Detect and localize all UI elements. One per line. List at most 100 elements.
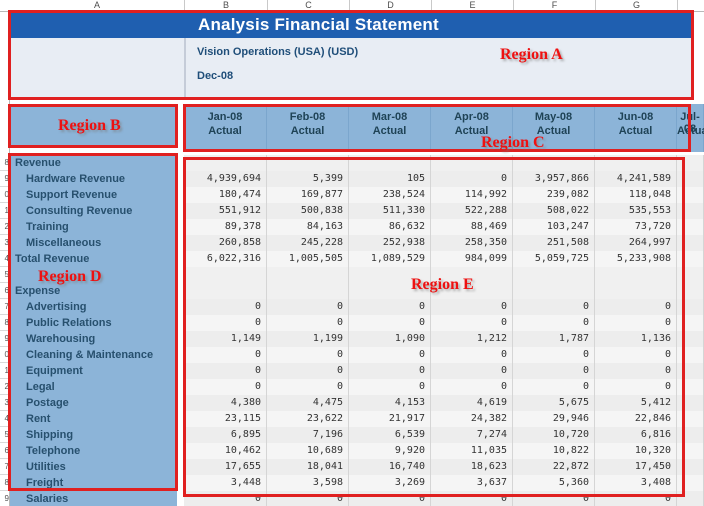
data-cell[interactable]	[677, 379, 704, 395]
data-cell[interactable]: 260,858	[184, 235, 267, 251]
data-cell[interactable]: 22,872	[513, 459, 595, 475]
data-cell[interactable]	[677, 187, 704, 203]
row-label-telephone[interactable]: Telephone	[10, 443, 177, 459]
data-cell[interactable]: 6,022,316	[184, 251, 267, 267]
row-number[interactable]: 7	[0, 299, 10, 315]
row-label-postage[interactable]: Postage	[10, 395, 177, 411]
row-number[interactable]: 3	[0, 235, 10, 251]
data-cell[interactable]: 0	[431, 491, 513, 506]
column-letter-f[interactable]: F	[514, 0, 596, 12]
column-letter-d[interactable]: D	[350, 0, 432, 12]
row-number[interactable]: 0	[0, 187, 10, 203]
data-cell[interactable]: 0	[513, 379, 595, 395]
data-cell[interactable]: 29,946	[513, 411, 595, 427]
data-cell[interactable]: 5,059,725	[513, 251, 595, 267]
data-cell[interactable]: 21,917	[349, 411, 431, 427]
data-cell[interactable]	[349, 155, 431, 171]
data-cell[interactable]: 5,233,908	[595, 251, 677, 267]
row-number[interactable]: 4	[0, 251, 10, 267]
row-label-warehousing[interactable]: Warehousing	[10, 331, 177, 347]
row-number[interactable]: 9	[0, 491, 10, 506]
row-label-legal[interactable]: Legal	[10, 379, 177, 395]
data-cell[interactable]: 0	[431, 363, 513, 379]
data-cell[interactable]: 1,136	[595, 331, 677, 347]
data-cell[interactable]: 252,938	[349, 235, 431, 251]
data-cell[interactable]: 0	[595, 363, 677, 379]
data-cell[interactable]: 24,382	[431, 411, 513, 427]
data-cell[interactable]: 0	[184, 315, 267, 331]
data-cell[interactable]: 0	[349, 347, 431, 363]
data-cell[interactable]	[595, 267, 677, 283]
data-cell[interactable]: 245,228	[267, 235, 349, 251]
data-cell[interactable]	[677, 267, 704, 283]
row-label-equipment[interactable]: Equipment	[10, 363, 177, 379]
row-number[interactable]: 6	[0, 283, 10, 299]
data-cell[interactable]	[677, 395, 704, 411]
data-cell[interactable]: 0	[184, 363, 267, 379]
data-cell[interactable]	[267, 155, 349, 171]
data-cell[interactable]: 238,524	[349, 187, 431, 203]
data-cell[interactable]: 3,448	[184, 475, 267, 491]
data-cell[interactable]: 0	[431, 299, 513, 315]
data-cell[interactable]: 0	[595, 491, 677, 506]
data-cell[interactable]: 6,816	[595, 427, 677, 443]
data-cell[interactable]	[267, 267, 349, 283]
row-number[interactable]: 5	[0, 427, 10, 443]
data-cell[interactable]: 0	[431, 347, 513, 363]
data-cell[interactable]: 0	[513, 315, 595, 331]
data-cell[interactable]	[677, 443, 704, 459]
data-cell[interactable]	[677, 203, 704, 219]
row-label-support-revenue[interactable]: Support Revenue	[10, 187, 177, 203]
row-label-public-relations[interactable]: Public Relations	[10, 315, 177, 331]
row-number[interactable]: 0	[0, 347, 10, 363]
data-cell[interactable]: 10,822	[513, 443, 595, 459]
row-number[interactable]: 9	[0, 171, 10, 187]
data-cell[interactable]	[184, 283, 267, 299]
data-cell[interactable]: 4,153	[349, 395, 431, 411]
data-cell[interactable]: 239,082	[513, 187, 595, 203]
data-cell[interactable]: 9,920	[349, 443, 431, 459]
data-cell[interactable]	[677, 411, 704, 427]
row-label-utilities[interactable]: Utilities	[10, 459, 177, 475]
data-cell[interactable]: 10,462	[184, 443, 267, 459]
data-cell[interactable]: 0	[184, 299, 267, 315]
column-letter-b[interactable]: B	[185, 0, 268, 12]
row-number[interactable]: 8	[0, 475, 10, 491]
column-letter-g[interactable]: G	[596, 0, 678, 12]
row-label-cleaning-maintenance[interactable]: Cleaning & Maintenance	[10, 347, 177, 363]
data-cell[interactable]: 4,241,589	[595, 171, 677, 187]
data-cell[interactable]	[677, 331, 704, 347]
data-cell[interactable]: 0	[513, 363, 595, 379]
data-cell[interactable]: 86,632	[349, 219, 431, 235]
data-cell[interactable]: 0	[267, 299, 349, 315]
data-cell[interactable]	[677, 347, 704, 363]
data-cell[interactable]: 535,553	[595, 203, 677, 219]
period-header-feb-08[interactable]: Feb-08 Actual	[267, 104, 349, 152]
data-cell[interactable]: 984,099	[431, 251, 513, 267]
row-number[interactable]: 1	[0, 203, 10, 219]
data-cell[interactable]: 0	[349, 363, 431, 379]
row-label-miscellaneous[interactable]: Miscellaneous	[10, 235, 177, 251]
data-cell[interactable]: 10,320	[595, 443, 677, 459]
data-cell[interactable]: 4,619	[431, 395, 513, 411]
data-cell[interactable]: 522,288	[431, 203, 513, 219]
period-header-mar-08[interactable]: Mar-08 Actual	[349, 104, 431, 152]
data-cell[interactable]: 5,675	[513, 395, 595, 411]
data-cell[interactable]: 3,637	[431, 475, 513, 491]
row-number[interactable]: 7	[0, 459, 10, 475]
data-cell[interactable]: 22,846	[595, 411, 677, 427]
data-cell[interactable]: 11,035	[431, 443, 513, 459]
row-label-rent[interactable]: Rent	[10, 411, 177, 427]
data-cell[interactable]: 0	[513, 347, 595, 363]
data-cell[interactable]: 0	[349, 315, 431, 331]
data-cell[interactable]: 0	[267, 379, 349, 395]
data-cell[interactable]	[677, 251, 704, 267]
row-number[interactable]: 2	[0, 379, 10, 395]
data-cell[interactable]: 551,912	[184, 203, 267, 219]
data-cell[interactable]	[677, 235, 704, 251]
data-cell[interactable]: 18,041	[267, 459, 349, 475]
data-cell[interactable]: 0	[184, 491, 267, 506]
data-cell[interactable]: 17,450	[595, 459, 677, 475]
data-cell[interactable]: 3,269	[349, 475, 431, 491]
data-cell[interactable]: 23,622	[267, 411, 349, 427]
